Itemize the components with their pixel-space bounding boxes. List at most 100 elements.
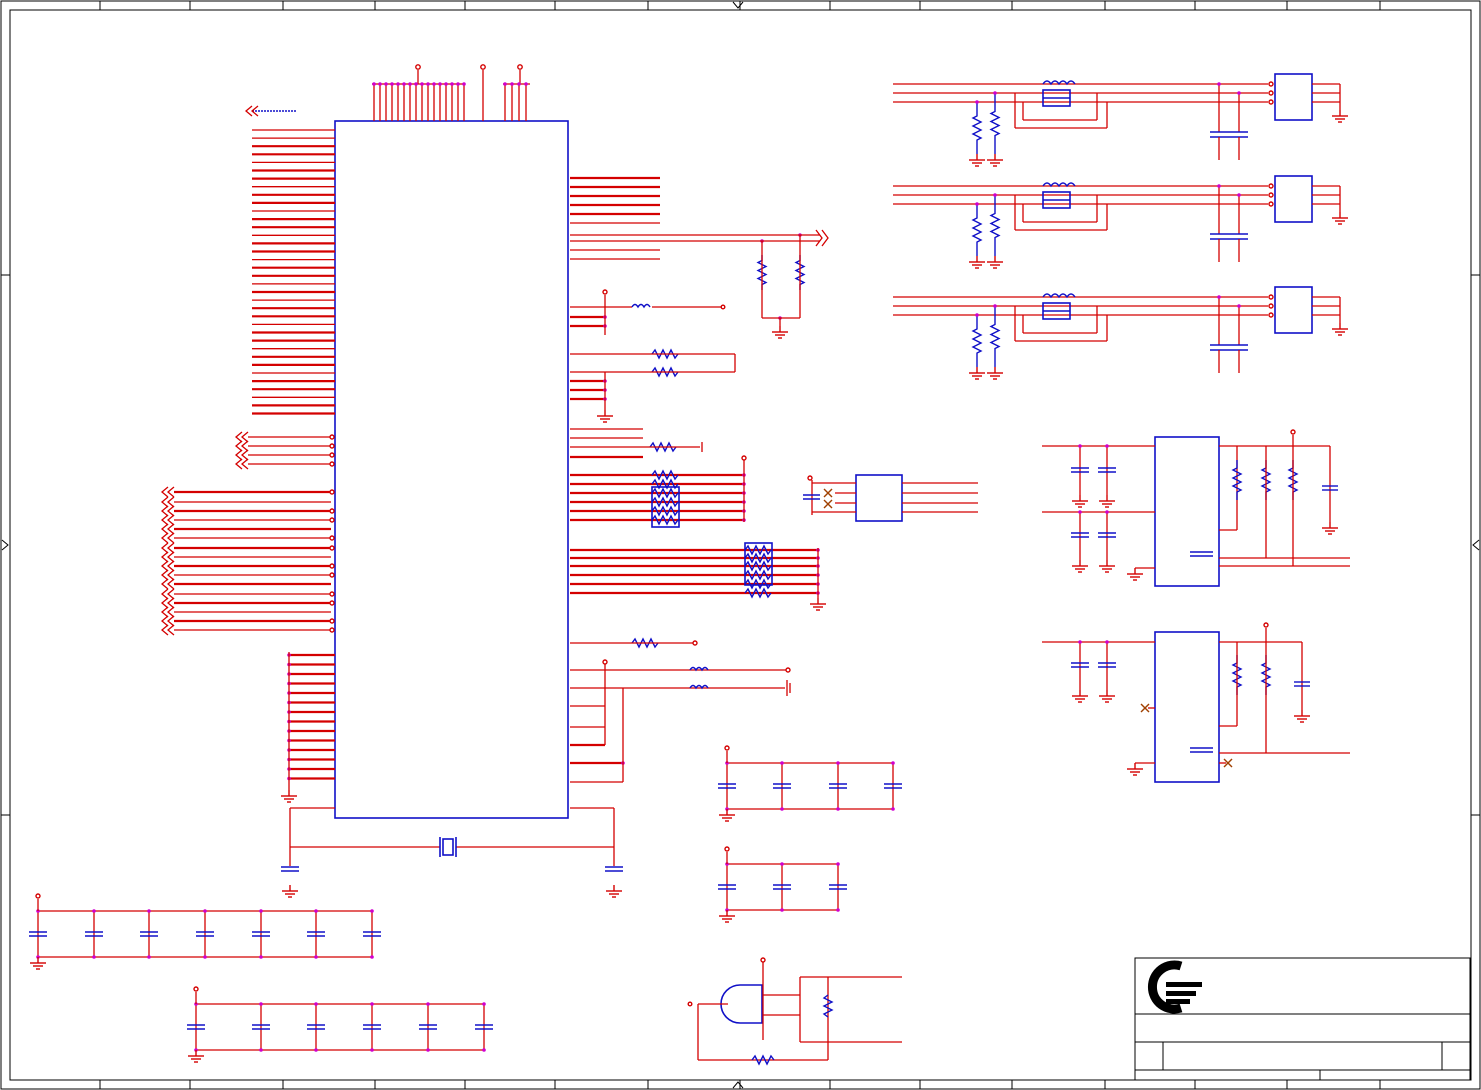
ground-symbol [1072,495,1088,508]
junction-dot [259,955,263,959]
junction-dot [203,909,207,913]
left-hierarchical-ports [160,431,335,636]
power-port [329,535,335,541]
junction-dot [1105,640,1109,644]
offpage-arrow-top-left [244,105,297,117]
interface-channel-1 [893,73,1348,167]
junction-dot [1105,510,1109,514]
junction-dot [836,761,840,765]
ground-symbol [719,910,735,923]
hierarchical-port [234,458,249,470]
ground-symbol [969,367,985,380]
ground-symbol [597,410,613,423]
decoupling-bank-2 [187,986,493,1063]
junction-dot [420,82,424,86]
junction-dot [462,82,466,86]
resistor [971,315,983,367]
junction-dot [993,91,997,95]
regulator-1 [1042,429,1350,587]
ground-symbol [1332,212,1348,225]
junction-dot [1078,444,1082,448]
ground-symbol [1072,690,1088,703]
junction-dot [426,1002,430,1006]
junction-dot [432,82,436,86]
small-connector [803,474,978,522]
junction-dot [993,193,997,197]
ground-symbol [987,154,1003,167]
regulator-ic [1154,436,1220,587]
ground-symbol [1099,690,1115,703]
hierarchical-port [160,615,175,627]
hierarchical-port [160,542,175,554]
capacitor [281,866,299,872]
ground-symbol [1332,323,1348,336]
hierarchical-port [160,597,175,609]
power-port [1290,429,1296,435]
junction-dot [482,1002,486,1006]
junction-dot [1105,444,1109,448]
hierarchical-port [160,624,175,636]
junction-dot [780,862,784,866]
ground-symbol [987,367,1003,380]
junction-dot [524,82,528,86]
interface-connector [1274,175,1313,223]
regulator-ic [1154,631,1220,783]
power-port [329,452,335,458]
interface-connector [1274,73,1313,121]
junction-dot [836,862,840,866]
crystal-oscillator [281,807,623,898]
frame-center-arrow-bottom [732,1081,744,1089]
inductor-filters [570,640,791,782]
junction-dot [1217,184,1221,188]
connector-pin [1268,303,1274,309]
title-block [1134,957,1471,1081]
connector-pin [1268,81,1274,87]
junction-dot [314,1002,318,1006]
connector-pin [1268,312,1274,318]
junction-dot [426,1048,430,1052]
top-supply-pins [372,64,530,121]
hierarchical-port [160,560,175,572]
junction-dot [891,807,895,811]
hierarchical-port [160,532,175,544]
junction-dot [975,100,979,104]
hierarchical-port [160,514,175,526]
resistor [971,102,983,154]
power-port [724,745,730,751]
hierarchical-port [160,588,175,600]
junction-dot [503,82,507,86]
ground-symbol [719,809,735,822]
power-port [329,508,335,514]
hierarchical-port [160,578,175,590]
hierarchical-port [160,523,175,535]
hierarchical-port [160,569,175,581]
junction-dot [975,202,979,206]
ground-symbol [1294,710,1310,723]
regulator-2 [1042,622,1350,783]
junction-dot [456,82,460,86]
junction-dot [836,908,840,912]
connector-pin [1268,99,1274,105]
connector-pin [1268,183,1274,189]
ground-symbol [1099,560,1115,573]
drawing-frame [0,0,1481,1090]
hierarchical-port [160,606,175,618]
ground-symbol [606,885,622,898]
ground-symbol [30,957,46,970]
power-port [329,591,335,597]
ground-symbol [281,790,297,803]
junction-dot [314,955,318,959]
power-port [1263,622,1269,628]
power-port [329,434,335,440]
resistor [1231,460,1243,500]
power-port [329,572,335,578]
junction-dot [203,955,207,959]
connector-pin [1268,201,1274,207]
junction-dot [510,82,514,86]
junction-dot [891,761,895,765]
frame-center-arrow-left [1,539,9,551]
junction-dot [450,82,454,86]
frame-center-arrow-top [732,1,744,9]
hierarchical-port [234,440,249,452]
junction-dot [259,1048,263,1052]
